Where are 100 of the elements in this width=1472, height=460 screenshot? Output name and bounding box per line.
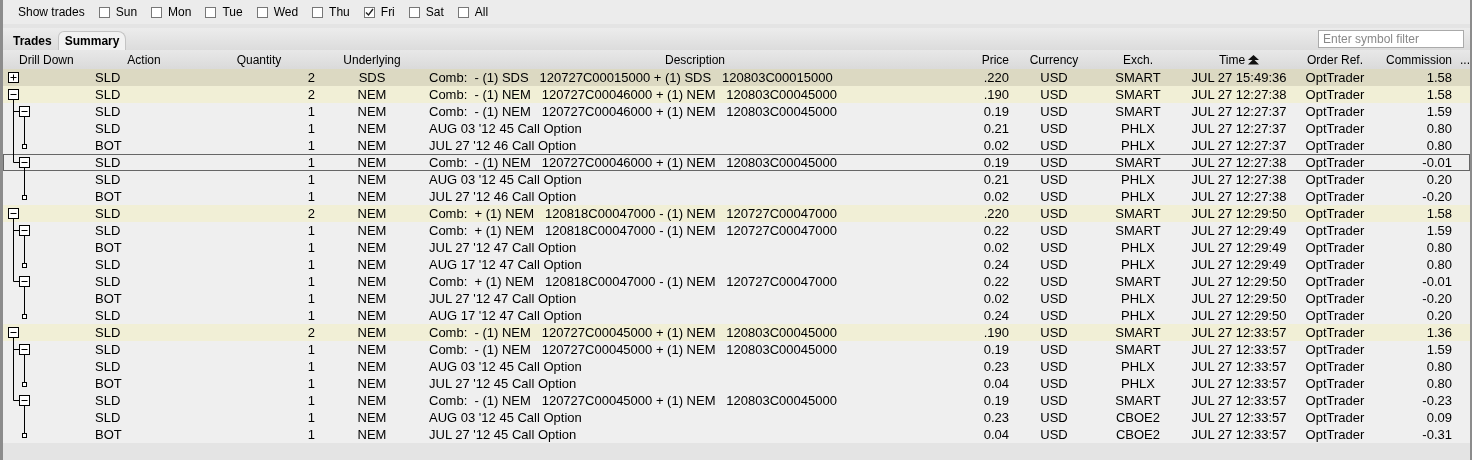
- day-checkbox[interactable]: Fri: [363, 5, 395, 19]
- table-row[interactable]: SLD 1 NEM Comb: - (1) NEM 120727C00045000 + (1) NEM 120803C00045000 0.19 USD SMART JUL 27 12:33:57 OptTrader -0.23: [3, 392, 1470, 409]
- table-cell: JUL 27 12:33:57: [1191, 393, 1287, 408]
- column-header[interactable]: Action: [127, 53, 161, 67]
- table-cell: SLD: [95, 359, 121, 374]
- table-cell: NEM: [357, 291, 387, 306]
- table-row[interactable]: SLD 2 SDS Comb: - (1) SDS 120727C00015000 + (1) SDS 120803C00015000 .220 USD SMART JUL 27 15:49:36 OptTrader 1.58: [3, 69, 1470, 86]
- column-header[interactable]: ...: [1460, 53, 1470, 67]
- tab[interactable]: Trades: [7, 31, 58, 50]
- table-row[interactable]: SLD 2 NEM Comb: - (1) NEM 120727C00045000 + (1) NEM 120803C00045000 .190 USD SMART JUL 27 12:33:57 OptTrader 1.36: [3, 324, 1470, 341]
- day-checkbox[interactable]: Sat: [408, 5, 444, 19]
- table-cell: 0.24: [983, 257, 1009, 272]
- table-row[interactable]: SLD 2 NEM Comb: - (1) NEM 120727C00046000 + (1) NEM 120803C00045000 .190 USD SMART JUL 27 12:27:38 OptTrader 1.58: [3, 86, 1470, 103]
- table-cell: SLD: [95, 87, 121, 102]
- table-cell: OptTrader: [1305, 121, 1365, 136]
- column-header[interactable]: Order Ref.: [1307, 53, 1363, 67]
- day-checkbox[interactable]: All: [457, 5, 489, 19]
- table-cell: 0.20: [1426, 308, 1452, 323]
- table-cell: Comb: - (1) SDS 120727C00015000 + (1) SDS 120803C00015000: [429, 70, 833, 85]
- table-cell: JUL 27 12:27:37: [1191, 121, 1287, 136]
- table-cell: 1: [307, 138, 315, 153]
- table-cell: 1: [307, 410, 315, 425]
- table-cell: PHLX: [1121, 308, 1155, 323]
- table-cell: USD: [1040, 427, 1068, 442]
- checkbox[interactable]: [408, 6, 420, 18]
- show-trades-label: Show trades: [18, 5, 85, 19]
- checkbox[interactable]: [312, 6, 324, 18]
- collapse-icon[interactable]: [19, 106, 30, 117]
- collapse-icon[interactable]: [19, 395, 30, 406]
- column-header[interactable]: Underlying: [343, 53, 401, 67]
- table-cell: AUG 17 '12 47 Call Option: [429, 257, 582, 272]
- collapse-icon[interactable]: [8, 208, 19, 219]
- table-cell: USD: [1040, 274, 1068, 289]
- column-header[interactable]: Description: [665, 53, 725, 67]
- table-row[interactable]: SLD 1 NEM AUG 03 '12 45 Call Option 0.23 USD CBOE2 JUL 27 12:33:57 OptTrader 0.09: [3, 409, 1470, 426]
- day-checkbox[interactable]: Mon: [151, 5, 192, 19]
- table-cell: 0.09: [1426, 410, 1452, 425]
- table-row[interactable]: BOT 1 NEM JUL 27 '12 46 Call Option 0.02 USD PHLX JUL 27 12:27:37 OptTrader 0.80: [3, 137, 1470, 154]
- collapse-icon[interactable]: [19, 276, 30, 287]
- table-cell: 2: [307, 70, 315, 85]
- table-cell: OptTrader: [1305, 410, 1365, 425]
- column-header[interactable]: Commission: [1386, 53, 1452, 67]
- table-row[interactable]: SLD 1 NEM AUG 17 '12 47 Call Option 0.24 USD PHLX JUL 27 12:29:49 OptTrader 0.80: [3, 256, 1470, 273]
- table-row[interactable]: SLD 1 NEM Comb: + (1) NEM 120818C00047000 - (1) NEM 120727C00047000 0.22 USD SMART JUL 27 12:29:50 OptTrader -0.01: [3, 273, 1470, 290]
- table-row[interactable]: SLD 1 NEM Comb: + (1) NEM 120818C00047000 - (1) NEM 120727C00047000 0.22 USD SMART JUL 27 12:29:49 OptTrader 1.59: [3, 222, 1470, 239]
- table-row[interactable]: SLD 1 NEM AUG 03 '12 45 Call Option 0.21 USD PHLX JUL 27 12:27:38 OptTrader 0.20: [3, 171, 1470, 188]
- table-cell: -0.01: [1422, 274, 1452, 289]
- table-row[interactable]: BOT 1 NEM JUL 27 '12 46 Call Option 0.02 USD PHLX JUL 27 12:27:38 OptTrader -0.20: [3, 188, 1470, 205]
- column-header[interactable]: Exch.: [1123, 53, 1153, 67]
- day-checkbox[interactable]: Wed: [256, 5, 299, 19]
- table-row[interactable]: SLD 1 NEM Comb: - (1) NEM 120727C00045000 + (1) NEM 120803C00045000 0.19 USD SMART JUL 27 12:33:57 OptTrader 1.59: [3, 341, 1470, 358]
- table-row[interactable]: SLD 1 NEM Comb: - (1) NEM 120727C00046000 + (1) NEM 120803C00045000 0.19 USD SMART JUL 27 12:27:37 OptTrader 1.59: [3, 103, 1470, 120]
- table-cell: USD: [1040, 291, 1068, 306]
- table-row[interactable]: BOT 1 NEM JUL 27 '12 45 Call Option 0.04 USD CBOE2 JUL 27 12:33:57 OptTrader -0.31: [3, 426, 1470, 443]
- table-cell: BOT: [95, 189, 122, 204]
- table-cell: 1.58: [1426, 206, 1452, 221]
- column-header[interactable]: Time: [1218, 53, 1246, 67]
- table-cell: SMART: [1115, 274, 1161, 289]
- table-cell: 1.59: [1426, 104, 1452, 119]
- day-checkbox[interactable]: Thu: [312, 5, 350, 19]
- table-row[interactable]: SLD 2 NEM Comb: + (1) NEM 120818C00047000 - (1) NEM 120727C00047000 .220 USD SMART JUL 27 12:29:50 OptTrader 1.58: [3, 205, 1470, 222]
- symbol-filter-field[interactable]: Enter symbol filter: [1318, 30, 1464, 48]
- checkbox[interactable]: [363, 6, 375, 18]
- table-cell: PHLX: [1121, 291, 1155, 306]
- table-cell: SMART: [1115, 206, 1161, 221]
- table-row[interactable]: SLD 1 NEM Comb: - (1) NEM 120727C00046000 + (1) NEM 120803C00045000 0.19 USD SMART JUL 27 12:27:38 OptTrader -0.01: [3, 154, 1470, 171]
- checkbox[interactable]: [205, 6, 217, 18]
- day-checkbox[interactable]: Tue: [205, 5, 243, 19]
- table-row[interactable]: BOT 1 NEM JUL 27 '12 47 Call Option 0.02 USD PHLX JUL 27 12:29:50 OptTrader -0.20: [3, 290, 1470, 307]
- expand-icon[interactable]: [8, 72, 19, 83]
- table-cell: SMART: [1115, 70, 1161, 85]
- checkbox[interactable]: [256, 6, 268, 18]
- table-cell: SMART: [1115, 342, 1161, 357]
- table-row[interactable]: SLD 1 NEM AUG 17 '12 47 Call Option 0.24 USD PHLX JUL 27 12:29:50 OptTrader 0.20: [3, 307, 1470, 324]
- column-header[interactable]: Quantity: [236, 53, 282, 67]
- table-cell: JUL 27 12:29:49: [1191, 223, 1287, 238]
- collapse-icon[interactable]: [19, 225, 30, 236]
- table-cell: AUG 17 '12 47 Call Option: [429, 308, 582, 323]
- tab[interactable]: Summary: [57, 31, 127, 50]
- collapse-icon[interactable]: [8, 89, 19, 100]
- table-cell: OptTrader: [1305, 206, 1365, 221]
- table-row[interactable]: SLD 1 NEM AUG 03 '12 45 Call Option 0.21 USD PHLX JUL 27 12:27:37 OptTrader 0.80: [3, 120, 1470, 137]
- column-header[interactable]: Drill Down: [19, 53, 74, 67]
- checkbox[interactable]: [98, 6, 110, 18]
- day-checkbox[interactable]: Sun: [98, 5, 138, 19]
- table-cell: -0.23: [1422, 393, 1452, 408]
- table-row[interactable]: BOT 1 NEM JUL 27 '12 47 Call Option 0.02 USD PHLX JUL 27 12:29:49 OptTrader 0.80: [3, 239, 1470, 256]
- column-header[interactable]: Currency: [1029, 53, 1079, 67]
- checkbox[interactable]: [457, 6, 469, 18]
- table-cell: BOT: [95, 291, 122, 306]
- table-cell: 1: [307, 359, 315, 374]
- collapse-icon[interactable]: [19, 157, 30, 168]
- table-row[interactable]: SLD 1 NEM AUG 03 '12 45 Call Option 0.23 USD PHLX JUL 27 12:33:57 OptTrader 0.80: [3, 358, 1470, 375]
- collapse-icon[interactable]: [8, 327, 19, 338]
- checkbox[interactable]: [151, 6, 163, 18]
- column-header[interactable]: Price: [981, 53, 1009, 67]
- table-cell: NEM: [357, 376, 387, 391]
- collapse-icon[interactable]: [19, 344, 30, 355]
- table-cell: SLD: [95, 393, 121, 408]
- table-row[interactable]: BOT 1 NEM JUL 27 '12 45 Call Option 0.04 USD PHLX JUL 27 12:33:57 OptTrader 0.80: [3, 375, 1470, 392]
